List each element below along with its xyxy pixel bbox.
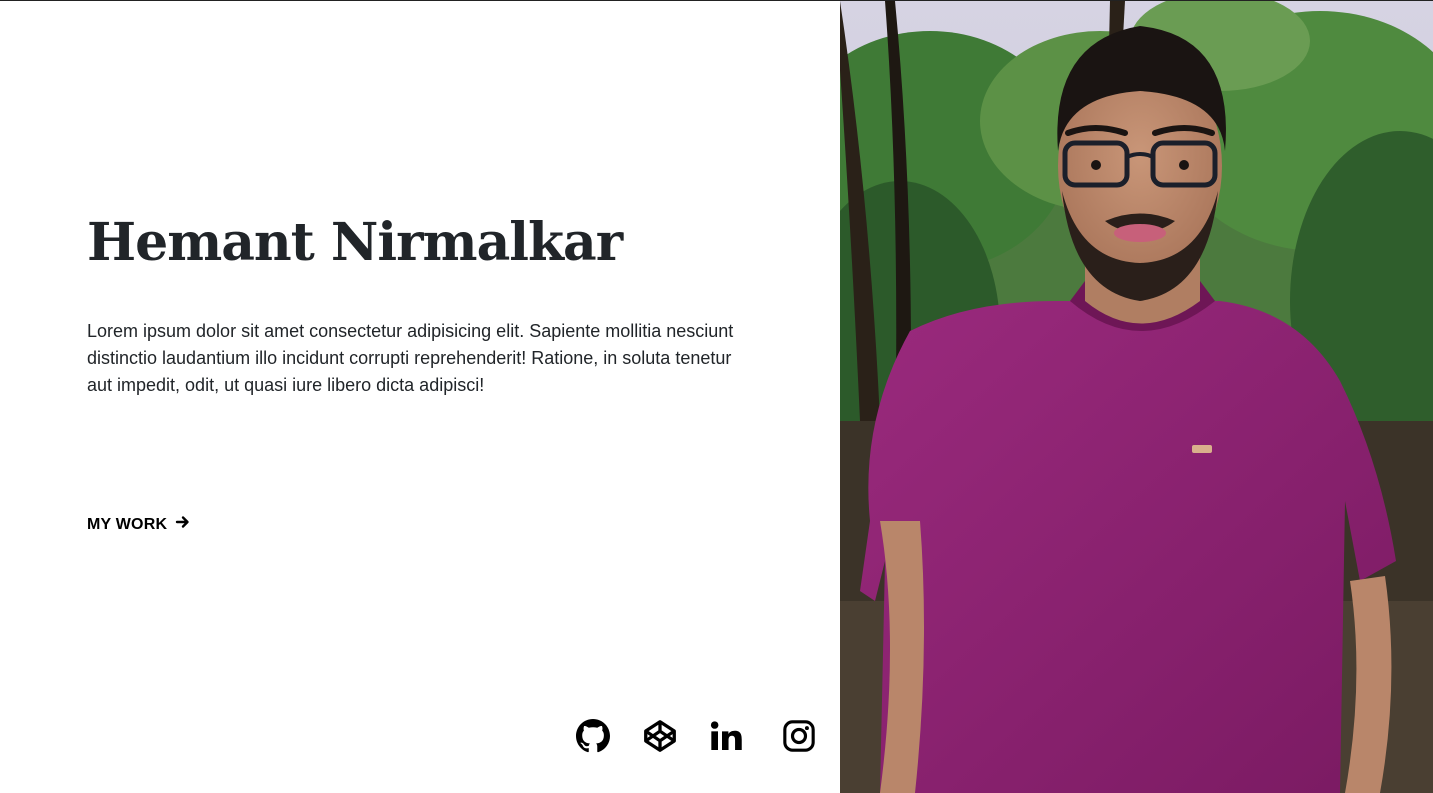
profile-photo <box>840 1 1433 793</box>
my-work-label: MY WORK <box>87 515 168 533</box>
github-link[interactable] <box>576 718 610 754</box>
github-icon <box>576 718 610 754</box>
my-work-button[interactable]: MY WORK <box>87 514 191 535</box>
arrow-right-icon <box>175 514 191 535</box>
linkedin-icon <box>710 718 742 754</box>
codepen-link[interactable] <box>642 718 678 754</box>
instagram-icon <box>782 718 816 754</box>
hero-section: Hemant Nirmalkar Lorem ipsum dolor sit a… <box>0 0 840 793</box>
instagram-link[interactable] <box>782 718 816 754</box>
linkedin-link[interactable] <box>710 718 742 754</box>
bio-paragraph: Lorem ipsum dolor sit amet consectetur a… <box>87 321 734 395</box>
codepen-icon <box>642 718 678 754</box>
page-title: Hemant Nirmalkar <box>87 212 623 273</box>
